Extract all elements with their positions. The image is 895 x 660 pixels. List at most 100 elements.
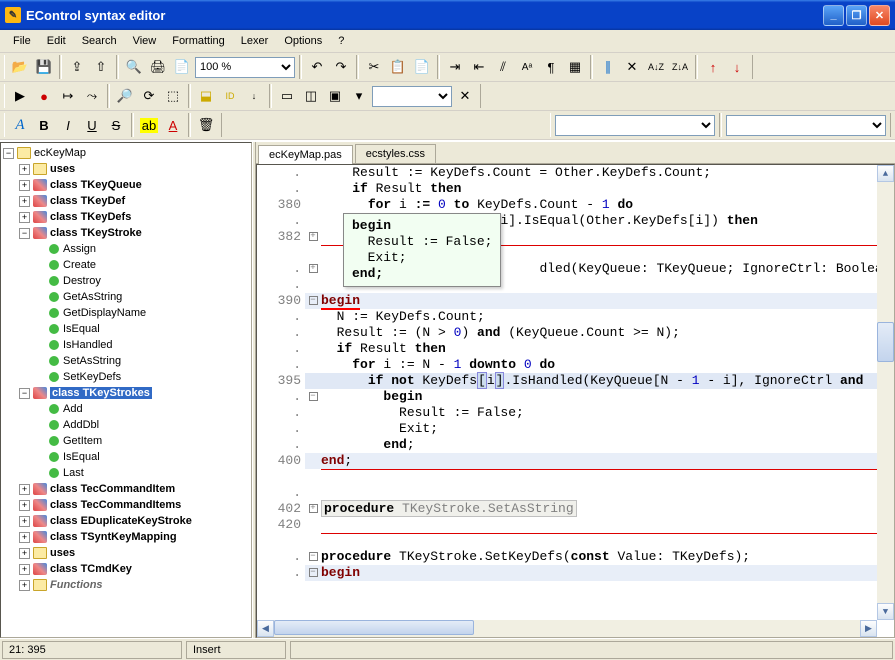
maximize-button[interactable]: ❐ (846, 5, 867, 26)
scroll-down-button[interactable]: ▼ (877, 603, 894, 620)
fold-expand-icon[interactable]: + (309, 504, 318, 513)
italic-button[interactable]: I (57, 114, 79, 136)
tree-expander[interactable]: + (19, 516, 30, 527)
copy-button[interactable]: 📋 (387, 56, 409, 78)
bold-button[interactable]: B (33, 114, 55, 136)
unindent-button[interactable]: ⇤ (468, 56, 490, 78)
tree-method[interactable]: IsEqual (63, 323, 100, 335)
combo-2[interactable] (726, 115, 886, 136)
zoom-combo[interactable]: 100 % (195, 57, 295, 78)
menu-search[interactable]: Search (75, 33, 124, 49)
fold-expand-icon[interactable]: + (309, 264, 318, 273)
code-editor[interactable]: . Result := KeyDefs.Count = Other.KeyDef… (256, 164, 895, 638)
style-combo[interactable] (372, 86, 452, 107)
tree-uses[interactable]: uses (50, 163, 75, 175)
font-color-button[interactable]: A (162, 114, 184, 136)
tree-class[interactable]: class TSyntKeyMapping (50, 531, 177, 543)
tree-expander[interactable]: + (19, 212, 30, 223)
tree-class[interactable]: class TecCommandItems (50, 499, 181, 511)
fold-expand-icon[interactable]: + (309, 232, 318, 241)
tree-expander[interactable]: + (19, 532, 30, 543)
tree-method[interactable]: AddDbl (63, 419, 99, 431)
indent-button[interactable]: ⇥ (444, 56, 466, 78)
uppercase-button[interactable]: Aᵃ (516, 56, 538, 78)
tree-expander[interactable]: − (3, 148, 14, 159)
tree-expander[interactable]: + (19, 196, 30, 207)
menu-formatting[interactable]: Formatting (165, 33, 232, 49)
grid-button[interactable]: ▦ (564, 56, 586, 78)
skip1-button[interactable]: ↦ (57, 85, 79, 107)
play-button[interactable]: ▶ (9, 85, 31, 107)
tree-method[interactable]: SetAsString (63, 355, 121, 367)
tree-class[interactable]: class TKeyDefs (50, 211, 131, 223)
tree-class[interactable]: class TKeyDef (50, 195, 125, 207)
tools-button[interactable]: ✕ (621, 56, 643, 78)
bookmark-goto-button[interactable]: ↓ (243, 85, 265, 107)
tree-method[interactable]: GetItem (63, 435, 102, 447)
tree-method[interactable]: IsEqual (63, 451, 100, 463)
highlight-button[interactable]: ab (138, 114, 160, 136)
tree-class[interactable]: class TecCommandItem (50, 483, 175, 495)
tree-class[interactable]: class TKeyQueue (50, 179, 142, 191)
arrow-up-button[interactable]: ↑ (702, 56, 724, 78)
tree-class[interactable]: class TKeyStroke (50, 227, 142, 239)
export-button[interactable]: ⇪ (66, 56, 88, 78)
horizontal-scrollbar[interactable]: ◀ ▶ (257, 620, 877, 637)
box2-button[interactable]: ◫ (300, 85, 322, 107)
menu-edit[interactable]: Edit (40, 33, 73, 49)
tree-expander[interactable]: − (19, 228, 30, 239)
undo-button[interactable]: ↶ (306, 56, 328, 78)
tree-expander[interactable]: + (19, 164, 30, 175)
cut-button[interactable]: ✂ (363, 56, 385, 78)
find-next-button[interactable]: ⟳ (138, 85, 160, 107)
box3-button[interactable]: ▣ (324, 85, 346, 107)
sort-asc-button[interactable]: A↓Z (645, 56, 667, 78)
tree-method[interactable]: Last (63, 467, 84, 479)
sort-desc-button[interactable]: Z↓A (669, 56, 691, 78)
clear-style-button[interactable]: ✕ (454, 85, 476, 107)
scroll-left-button[interactable]: ◀ (257, 620, 274, 637)
print-button[interactable]: 🖨 (147, 56, 169, 78)
bookmark-button[interactable]: ⬓ (195, 85, 217, 107)
tree-functions[interactable]: Functions (50, 579, 103, 591)
underline-button[interactable]: U (81, 114, 103, 136)
tab-eckeymap[interactable]: ecKeyMap.pas (258, 145, 353, 164)
menu-view[interactable]: View (126, 33, 164, 49)
tree-method[interactable]: GetDisplayName (63, 307, 146, 319)
tree-method[interactable]: IsHandled (63, 339, 113, 351)
slash-button[interactable]: ∥ (597, 56, 619, 78)
tree-expander[interactable]: + (19, 580, 30, 591)
menu-options[interactable]: Options (277, 33, 329, 49)
tree-method[interactable]: Assign (63, 243, 96, 255)
export-rtf-button[interactable]: ⇧ (90, 56, 112, 78)
font-button[interactable]: A (9, 114, 31, 136)
tree-expander[interactable]: + (19, 548, 30, 559)
tree-method[interactable]: Create (63, 259, 96, 271)
tree-method[interactable]: Destroy (63, 275, 101, 287)
paste-button[interactable]: 📄 (411, 56, 433, 78)
dropdown-button[interactable]: ▾ (348, 85, 370, 107)
tree-class-selected[interactable]: class TKeyStrokes (50, 387, 152, 399)
tree-class[interactable]: class EDuplicateKeyStroke (50, 515, 192, 527)
replace-button[interactable]: ⬚ (162, 85, 184, 107)
menu-help[interactable]: ? (331, 33, 351, 49)
arrow-down-button[interactable]: ↓ (726, 56, 748, 78)
save-button[interactable]: 💾 (33, 56, 55, 78)
tree-method[interactable]: GetAsString (63, 291, 122, 303)
page-setup-button[interactable]: 📄 (171, 56, 193, 78)
tree-root[interactable]: ecKeyMap (34, 147, 86, 159)
menu-file[interactable]: File (6, 33, 38, 49)
tree-class[interactable]: class TCmdKey (50, 563, 132, 575)
box1-button[interactable]: ▭ (276, 85, 298, 107)
fold-collapse-icon[interactable]: − (309, 568, 318, 577)
redo-button[interactable]: ↷ (330, 56, 352, 78)
code-tree[interactable]: − ecKeyMap + uses + class TKeyQueue + class … (0, 142, 252, 638)
scroll-up-button[interactable]: ▲ (877, 165, 894, 182)
find-button[interactable]: 🔎 (114, 85, 136, 107)
skip2-button[interactable]: ⤳ (81, 85, 103, 107)
fold-collapse-icon[interactable]: − (309, 392, 318, 401)
preview-button[interactable]: 🔍 (123, 56, 145, 78)
tree-expander[interactable]: + (19, 564, 30, 575)
tree-expander[interactable]: + (19, 500, 30, 511)
bookmark-id-button[interactable]: ID (219, 85, 241, 107)
